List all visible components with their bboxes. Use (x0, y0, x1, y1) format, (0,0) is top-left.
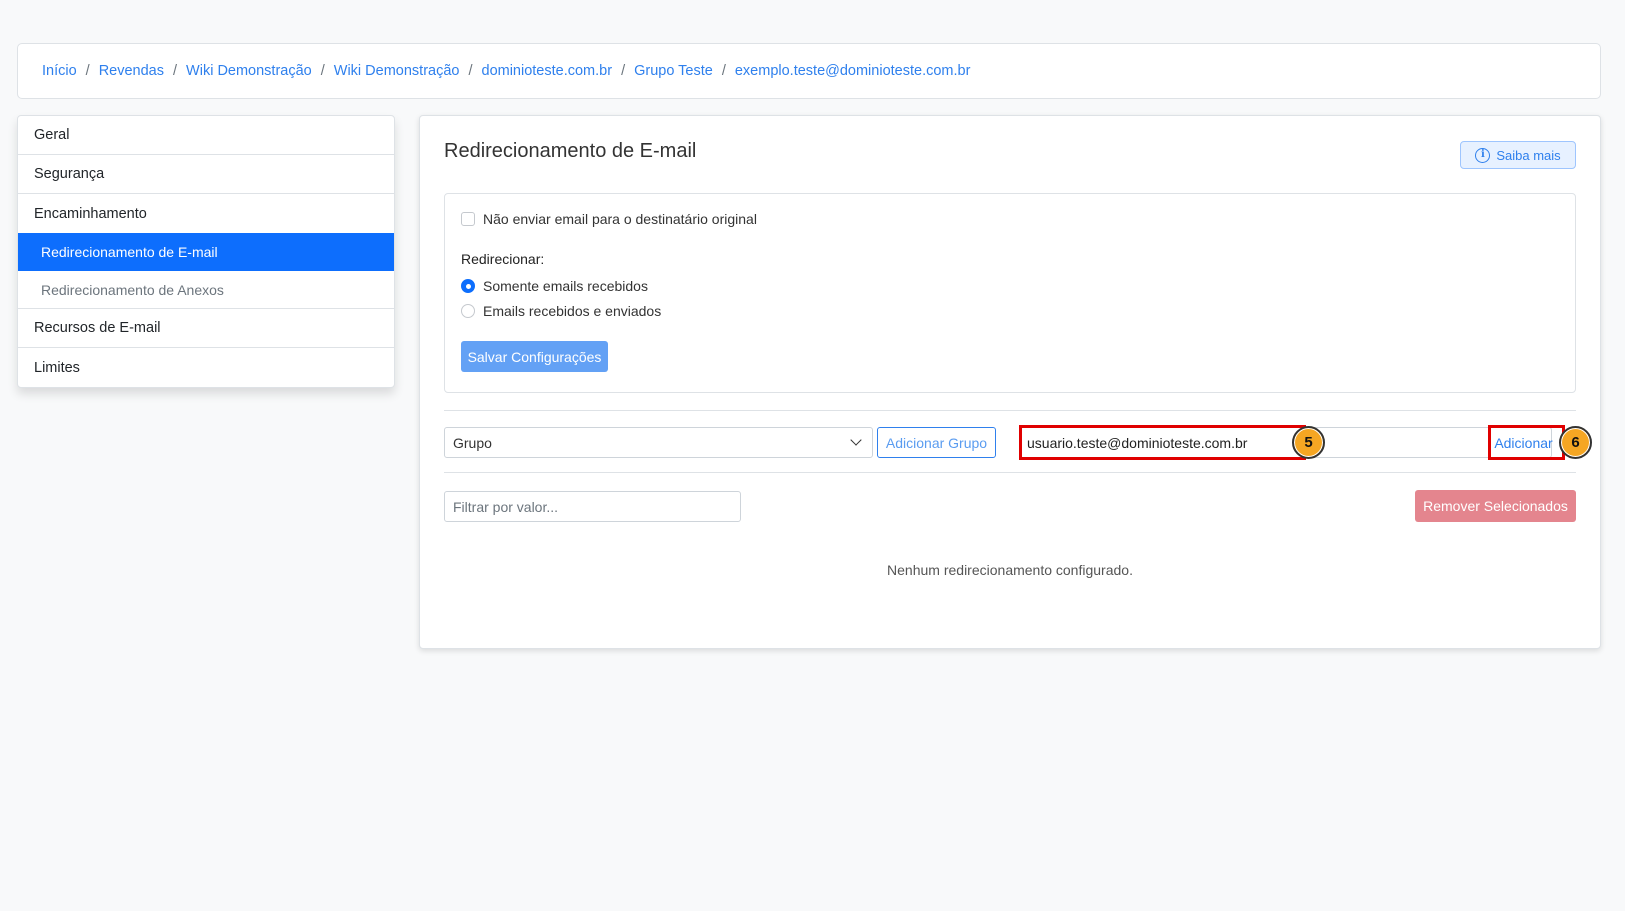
divider (444, 472, 1576, 473)
breadcrumb-separator: / (173, 63, 178, 79)
chevron-down-icon (850, 434, 862, 446)
filter-input[interactable] (444, 491, 741, 522)
sidebar: Geral Segurança Encaminhamento Redirecio… (17, 115, 395, 388)
radio-received-input[interactable] (461, 279, 475, 293)
saiba-mais-label: Saiba mais (1496, 147, 1561, 163)
add-group-button[interactable]: Adicionar Grupo (877, 427, 996, 458)
empty-state-message: Nenhum redirecionamento configurado. (887, 562, 1133, 578)
main-panel: Redirecionamento de E-mail i Saiba mais … (419, 115, 1601, 649)
sidebar-item-encaminhamento[interactable]: Encaminhamento (18, 194, 394, 233)
group-select-value: Grupo (453, 434, 492, 451)
sidebar-item-geral[interactable]: Geral (18, 116, 394, 155)
sidebar-item-limites[interactable]: Limites (18, 348, 394, 387)
breadcrumb-separator: / (621, 63, 626, 79)
breadcrumb-item-wiki-2[interactable]: Wiki Demonstração (334, 63, 460, 79)
settings-box: Não enviar email para o destinatário ori… (444, 193, 1576, 393)
page-title: Redirecionamento de E-mail (444, 140, 697, 162)
breadcrumb: Início / Revendas / Wiki Demonstração / … (17, 43, 1601, 99)
breadcrumb-item-inicio[interactable]: Início (42, 63, 77, 79)
radio-both-input[interactable] (461, 304, 475, 318)
breadcrumb-separator: / (721, 63, 726, 79)
remove-selected-button[interactable]: Remover Selecionados (1415, 490, 1576, 522)
redirect-email-input[interactable] (1023, 427, 1304, 458)
no-send-original-option[interactable]: Não enviar email para o destinatário ori… (461, 211, 757, 227)
group-select[interactable]: Grupo (444, 427, 873, 458)
info-icon: i (1475, 147, 1491, 163)
sidebar-subitem-redirecionamento-anexos[interactable]: Redirecionamento de Anexos (18, 271, 394, 309)
breadcrumb-separator: / (85, 63, 90, 79)
radio-both-label: Emails recebidos e enviados (483, 303, 662, 319)
step-badge-5: 5 (1292, 426, 1325, 459)
sidebar-subitem-redirecionamento-email[interactable]: Redirecionamento de E-mail (18, 233, 394, 271)
breadcrumb-item-group[interactable]: Grupo Teste (634, 63, 713, 79)
breadcrumb-separator: / (320, 63, 325, 79)
sidebar-item-seguranca[interactable]: Segurança (18, 155, 394, 194)
step-badge-6: 6 (1559, 426, 1592, 459)
radio-received-label: Somente emails recebidos (483, 278, 648, 294)
add-button[interactable]: Adicionar (1494, 427, 1552, 458)
breadcrumb-separator: / (468, 63, 473, 79)
divider (444, 410, 1576, 411)
radio-option-both[interactable]: Emails recebidos e enviados (461, 303, 661, 319)
breadcrumb-item-account[interactable]: exemplo.teste@dominioteste.com.br (735, 63, 971, 79)
breadcrumb-item-domain[interactable]: dominioteste.com.br (482, 63, 613, 79)
no-send-original-checkbox[interactable] (461, 212, 475, 226)
breadcrumb-item-wiki-1[interactable]: Wiki Demonstração (186, 63, 312, 79)
saiba-mais-button[interactable]: i Saiba mais (1460, 141, 1576, 169)
breadcrumb-item-revendas[interactable]: Revendas (99, 63, 164, 79)
radio-option-received[interactable]: Somente emails recebidos (461, 278, 648, 294)
sidebar-item-recursos-email[interactable]: Recursos de E-mail (18, 309, 394, 348)
save-settings-button[interactable]: Salvar Configurações (461, 341, 608, 372)
redirect-label: Redirecionar: (461, 251, 545, 267)
no-send-original-label: Não enviar email para o destinatário ori… (483, 211, 757, 227)
